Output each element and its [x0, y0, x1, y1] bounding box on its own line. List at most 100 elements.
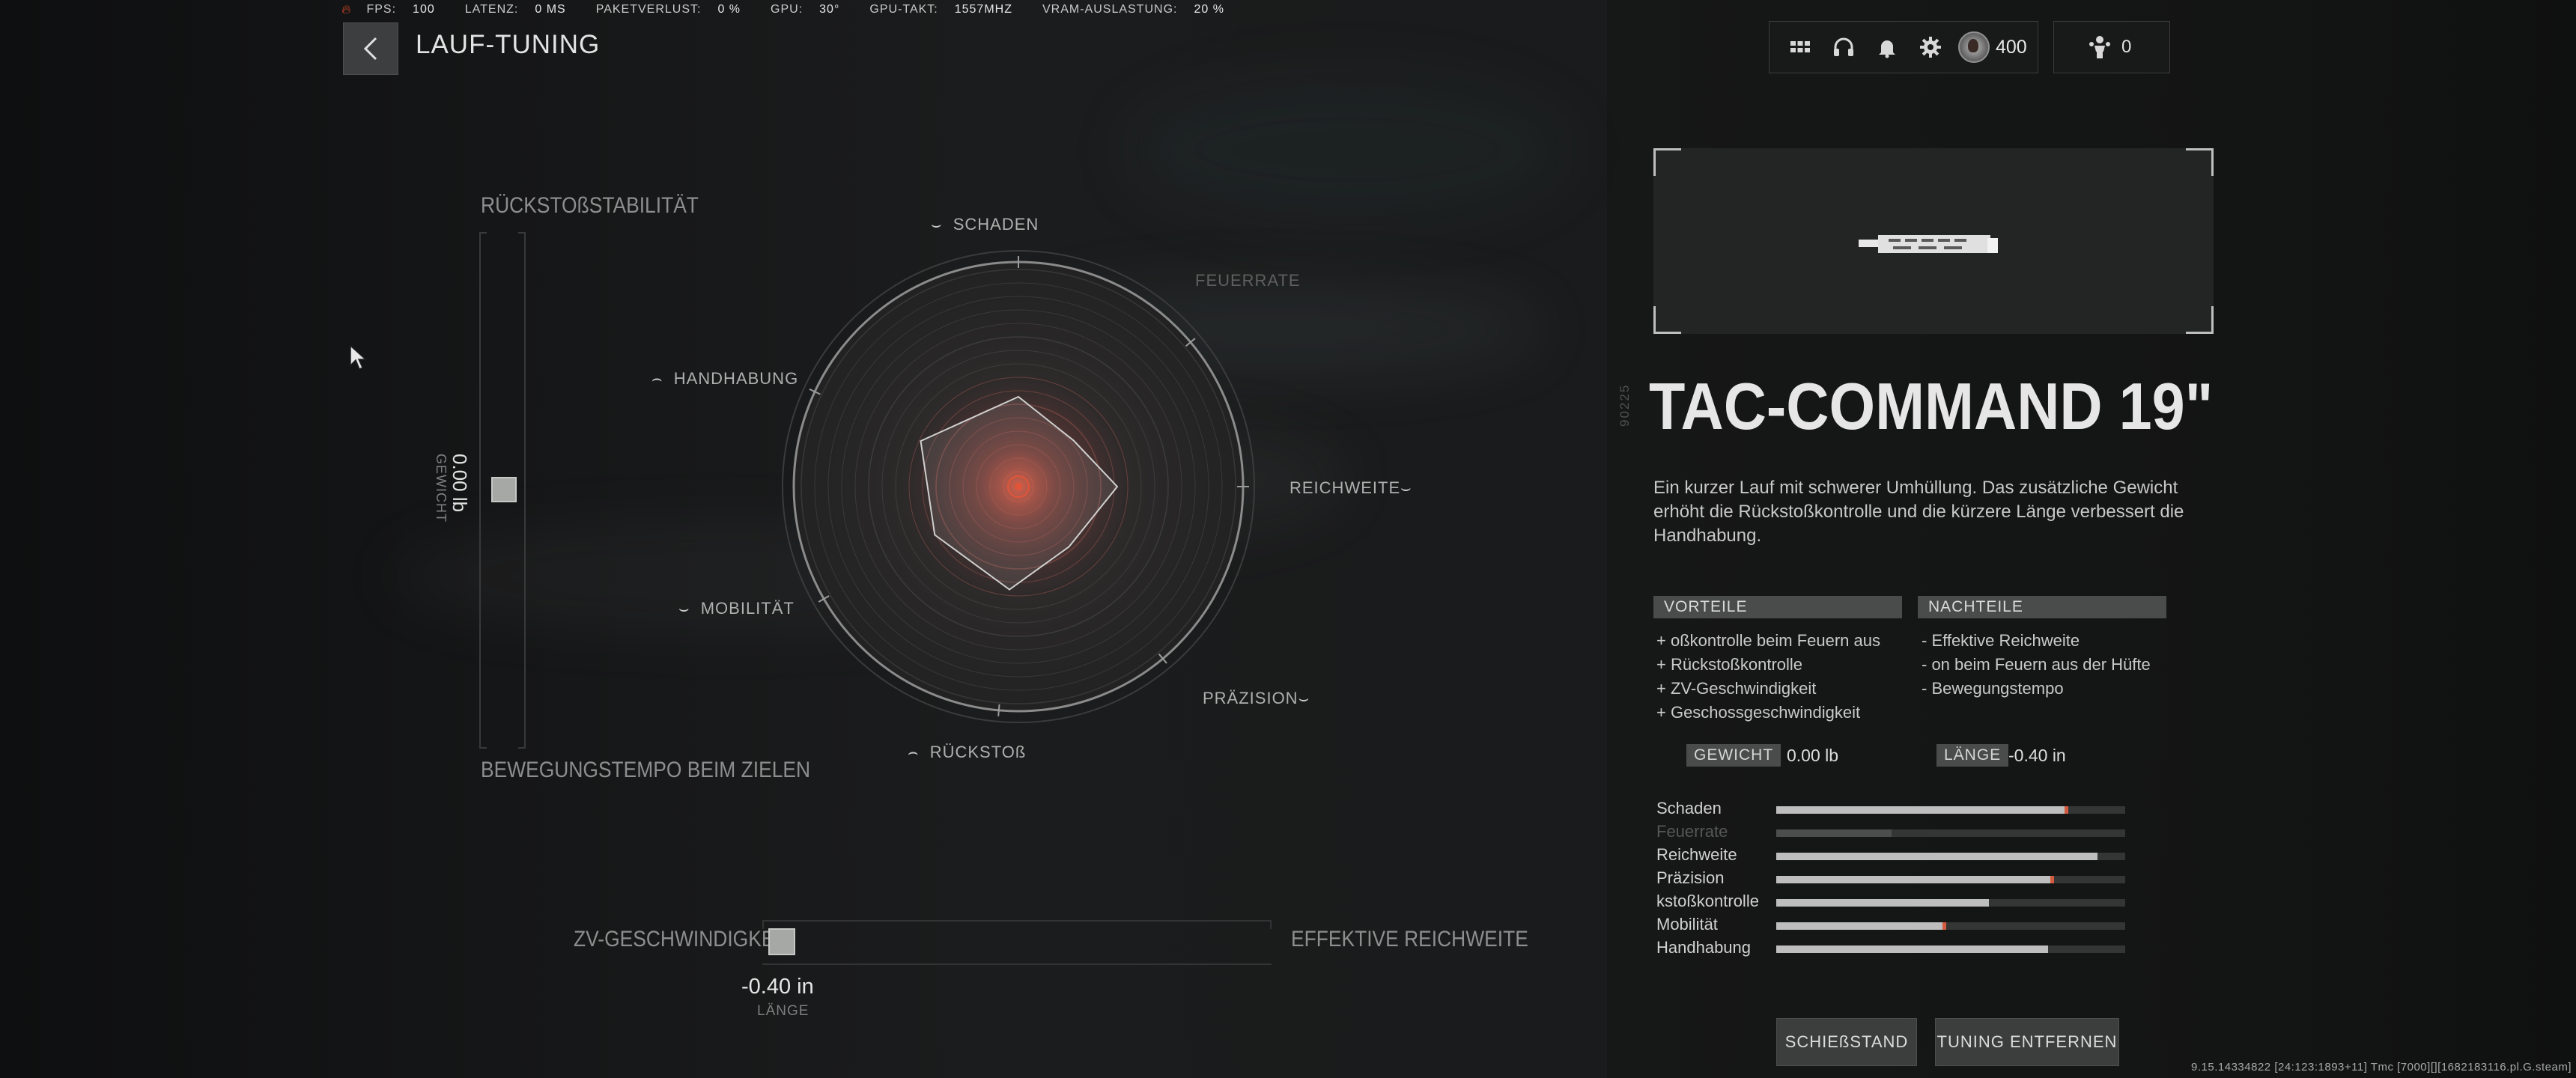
- stat-bar-fill: [1776, 829, 1892, 837]
- stat-change-marker: [2050, 876, 2055, 883]
- radar-label-mobility-text: MOBILITÄT: [700, 599, 795, 618]
- recoil-stability-label: RÜCKSTOßSTABILITÄT: [481, 193, 699, 218]
- length-slider-handle[interactable]: [768, 928, 795, 955]
- radar-label-fire-rate: FEUERRATE: [1195, 271, 1301, 290]
- cod-points[interactable]: 400: [1958, 31, 2027, 63]
- pro-item: + Geschossgeschwindigkeit: [1656, 703, 1861, 722]
- gpu-clock-label: GPU-TAKT:: [869, 3, 938, 16]
- stat-row: Feuerrate: [1656, 821, 2136, 844]
- stat-name: Schaden: [1656, 799, 1722, 817]
- fps-label: FPS:: [366, 3, 397, 16]
- vram-value: 20 %: [1194, 3, 1224, 16]
- top-icon-bar: 400: [1769, 21, 2038, 73]
- pros-header: VORTEILE: [1653, 596, 1902, 618]
- gpu-temp-value: 30°: [819, 3, 840, 16]
- radar-label-damage: ⌣ SCHADEN: [931, 215, 1039, 234]
- radar-label-mobility: ⌣ MOBILITÄT: [678, 599, 795, 618]
- radar-axis-tick: [997, 704, 1000, 716]
- radar-label-accuracy: PRÄZISION⌣: [1203, 689, 1310, 707]
- vram-label: VRAM-AUSLASTUNG:: [1042, 3, 1178, 16]
- pro-item: + oßkontrolle beim Feuern aus: [1656, 631, 1880, 650]
- length-tuning-track[interactable]: [762, 920, 1272, 965]
- stat-name: Reichweite: [1656, 845, 1737, 864]
- cod-points-coin-icon: [1958, 31, 1990, 63]
- back-button[interactable]: [343, 22, 398, 75]
- gear-icon[interactable]: [1909, 25, 1952, 69]
- stat-bar: [1776, 899, 2125, 907]
- stat-row: Präzision: [1656, 868, 2136, 891]
- con-item: - Effektive Reichweite: [1922, 631, 2080, 650]
- radar-center-dot: [1015, 483, 1022, 490]
- weight-label: GEWICHT: [434, 454, 449, 523]
- weight-badge: GEWICHT: [1686, 744, 1781, 767]
- effective-range-label: EFFEKTIVE REICHWEITE: [1291, 927, 1528, 951]
- chevron-left-icon: [363, 37, 377, 61]
- radar-label-damage-text: SCHADEN: [953, 215, 1039, 234]
- stat-bar: [1776, 829, 2125, 837]
- stat-bar-fill: [1776, 945, 2049, 953]
- stat-row: Schaden: [1656, 798, 2136, 821]
- stat-bar: [1776, 922, 2125, 930]
- length-label: LÄNGE: [757, 1003, 809, 1019]
- stat-row: kstoßkontrolle: [1656, 891, 2136, 914]
- attachment-preview: [1653, 148, 2214, 334]
- firing-range-button[interactable]: SCHIEßSTAND: [1776, 1018, 1917, 1066]
- performance-status-bar: 🔥︎ FPS: 100 LATENZ: 0 MS PAKETVERLUST: 0…: [341, 1, 1254, 18]
- barrel-preview-icon: [1859, 235, 1998, 253]
- stat-bar-fill: [1776, 922, 1944, 930]
- pro-item: + Rückstoßkontrolle: [1656, 655, 1803, 674]
- flame-icon: 🔥︎: [341, 2, 352, 16]
- build-info: 9.15.14334822 [24:123:1893+11] Tmc [7000…: [2191, 1061, 2572, 1074]
- stat-name: Präzision: [1656, 868, 1725, 887]
- stat-bar: [1776, 806, 2125, 814]
- fps-value: 100: [413, 3, 435, 16]
- attachment-name: TAC-COMMAND 19": [1649, 369, 2214, 443]
- bell-icon[interactable]: [1865, 25, 1909, 69]
- pros-list: + oßkontrolle beim Feuern aus + Rückstoß…: [1656, 629, 1889, 725]
- stat-bar-fill: [1776, 876, 2053, 883]
- gpu-temp-label: GPU:: [771, 3, 804, 16]
- pro-item: + ZV-Geschwindigkeit: [1656, 679, 1817, 698]
- stat-row: Reichweite: [1656, 844, 2136, 868]
- radar-label-range-text: REICHWEITE: [1289, 478, 1401, 497]
- stat-change-marker: [2064, 806, 2068, 814]
- length-badge: LÄNGE: [1936, 744, 2009, 767]
- stat-bar-fill: [1776, 853, 2097, 860]
- latency-value: 0 MS: [535, 3, 566, 16]
- radar-label-recoil-text: RÜCKSTOß: [929, 743, 1027, 761]
- page-title: LAUF-TUNING: [416, 30, 601, 59]
- con-item: - Bewegungstempo: [1922, 679, 2064, 698]
- headset-icon[interactable]: [1822, 25, 1865, 69]
- attachment-code: 90225: [1617, 383, 1632, 427]
- mouse-cursor-icon: [350, 344, 367, 371]
- background-haze: [1123, 75, 1573, 225]
- packet-loss-label: PAKETVERLUST:: [595, 3, 702, 16]
- packet-loss-value: 0 %: [717, 3, 741, 16]
- gpu-clock-value: 1557MHZ: [954, 3, 1012, 16]
- attachment-description: Ein kurzer Lauf mit schwerer Umhüllung. …: [1653, 478, 2184, 546]
- latency-label: LATENZ:: [464, 3, 519, 16]
- radar-label-range: REICHWEITE⌣: [1289, 478, 1412, 497]
- radar-label-handling-text: HANDHABUNG: [673, 369, 799, 388]
- grid-icon[interactable]: [1778, 25, 1822, 69]
- cons-list: - Effektive Reichweite - on beim Feuern …: [1922, 629, 2154, 701]
- weight-slider-handle[interactable]: [491, 477, 517, 502]
- stat-name: Feuerrate: [1656, 822, 1728, 841]
- cons-header: NACHTEILE: [1918, 596, 2166, 618]
- party-count: 0: [2121, 37, 2132, 57]
- stat-radar-chart: [782, 250, 1255, 723]
- remove-tuning-button[interactable]: TUNING ENTFERNEN: [1935, 1018, 2119, 1066]
- weight-badge-value: 0.00 lb: [1787, 746, 1839, 765]
- party-button[interactable]: 0: [2053, 21, 2170, 73]
- stat-name: kstoßkontrolle: [1656, 892, 1759, 910]
- length-badge-value: -0.40 in: [2008, 746, 2066, 765]
- weight-value: 0.00 lb: [449, 454, 471, 513]
- stat-row: Handhabung: [1656, 937, 2136, 960]
- con-item: - on beim Feuern aus der Hüfte: [1922, 655, 2151, 674]
- party-members-icon: [2089, 36, 2110, 58]
- stat-bar: [1776, 945, 2125, 953]
- stat-bars: Schaden Feuerrate Reichweite Präzision kstoß…: [1656, 798, 2136, 960]
- stat-bar: [1776, 876, 2125, 883]
- stat-row: Mobilität: [1656, 914, 2136, 937]
- stat-bar: [1776, 853, 2125, 860]
